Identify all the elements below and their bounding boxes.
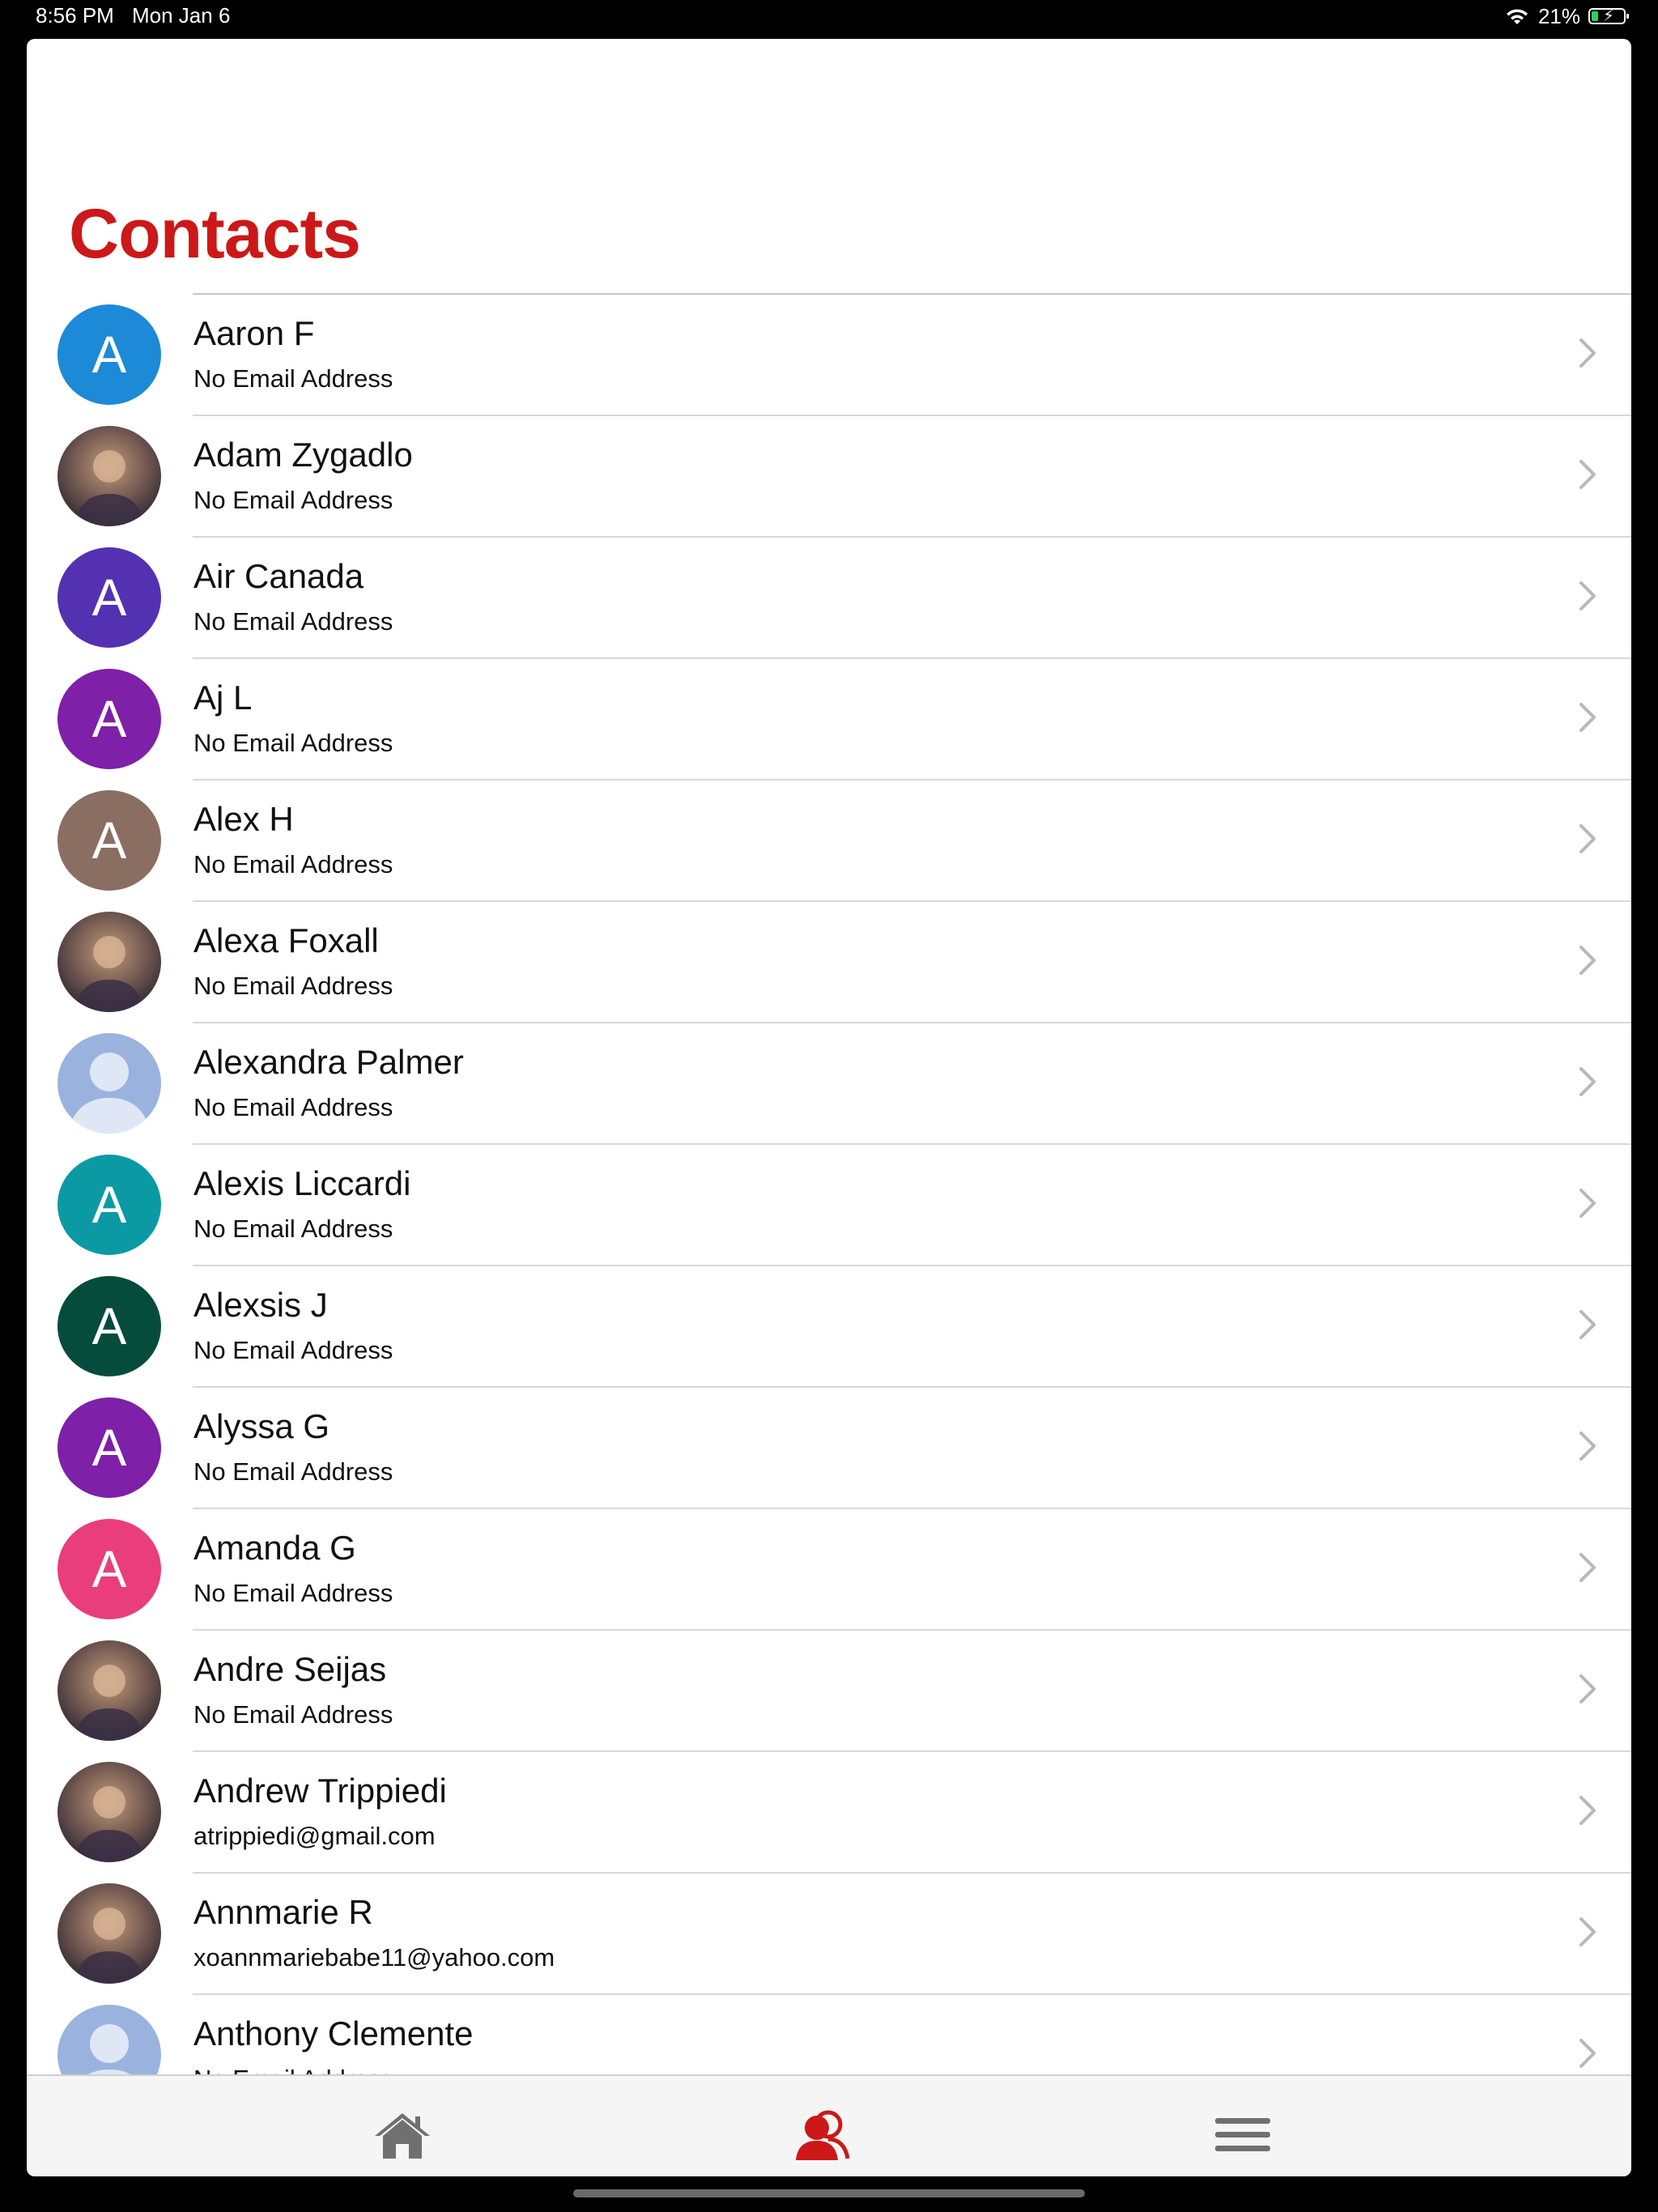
- chevron-right-icon: [1576, 580, 1599, 612]
- contact-email: No Email Address: [193, 364, 393, 393]
- contact-name: Amanda G: [193, 1529, 356, 1567]
- photo-avatar-icon: [57, 1640, 161, 1741]
- avatar-initial: A: [57, 1397, 161, 1498]
- tab-home[interactable]: [372, 2108, 433, 2162]
- status-bar: 8:56 PM Mon Jan 6 21% ⚡: [0, 0, 1658, 36]
- contact-row[interactable]: Annmarie R xoannmariebabe11@yahoo.com: [27, 1874, 1631, 1995]
- contact-row[interactable]: A Alex H No Email Address: [27, 781, 1631, 902]
- contacts-icon: [796, 2110, 850, 2160]
- chevron-right-icon: [1576, 1066, 1599, 1098]
- avatar-initial: A: [57, 669, 161, 769]
- avatar-initial: A: [57, 1276, 161, 1376]
- contacts-screen: Contacts A Aaron F No Email Address Adam Zy…: [27, 39, 1631, 2176]
- avatar-initial: A: [57, 547, 161, 648]
- contact-email: No Email Address: [193, 1336, 393, 1364]
- avatar-initial: A: [57, 1155, 161, 1255]
- battery-icon: ⚡: [1588, 7, 1629, 25]
- chevron-right-icon: [1576, 1187, 1599, 1219]
- contact-name: Annmarie R: [193, 1893, 373, 1931]
- photo-avatar-icon: [57, 1762, 161, 1862]
- contact-name: Air Canada: [193, 557, 364, 595]
- contact-name: Aaron F: [193, 314, 315, 352]
- contact-email: xoannmariebabe11@yahoo.com: [193, 1943, 555, 1972]
- photo-avatar-icon: [57, 912, 161, 1012]
- contact-row[interactable]: Andrew Trippiedi atrippiedi@gmail.com: [27, 1752, 1631, 1874]
- contact-email: No Email Address: [193, 972, 393, 1000]
- contact-name: Aj L: [193, 678, 253, 717]
- contact-name: Alyssa G: [193, 1407, 330, 1445]
- wifi-icon: [1506, 9, 1528, 24]
- avatar-initial: A: [57, 790, 161, 891]
- contact-row[interactable]: A Aj L No Email Address: [27, 659, 1631, 781]
- contact-row[interactable]: Andre Seijas No Email Address: [27, 1631, 1631, 1752]
- contact-email: No Email Address: [193, 850, 393, 878]
- contact-row[interactable]: A Alyssa G No Email Address: [27, 1388, 1631, 1509]
- chevron-right-icon: [1576, 701, 1599, 734]
- chevron-right-icon: [1576, 1308, 1599, 1341]
- home-indicator[interactable]: [573, 2189, 1085, 2197]
- contact-row[interactable]: Adam Zygadlo No Email Address: [27, 416, 1631, 538]
- tab-menu[interactable]: [1212, 2108, 1273, 2162]
- contact-email: No Email Address: [193, 729, 393, 757]
- contact-email: No Email Address: [193, 1093, 393, 1121]
- status-time: 8:56 PM: [36, 3, 114, 28]
- contact-row[interactable]: A Amanda G No Email Address: [27, 1509, 1631, 1631]
- avatar-initial: A: [57, 1519, 161, 1619]
- tab-bar: [27, 2074, 1631, 2176]
- contact-row[interactable]: Alexandra Palmer No Email Address: [27, 1023, 1631, 1145]
- contact-email: No Email Address: [193, 486, 393, 514]
- contact-name: Alexandra Palmer: [193, 1043, 464, 1081]
- contact-email: No Email Address: [193, 1700, 393, 1729]
- contact-list[interactable]: A Aaron F No Email Address Adam Zygadlo No E…: [27, 295, 1631, 2113]
- contact-name: Andrew Trippiedi: [193, 1772, 447, 1810]
- chevron-right-icon: [1576, 337, 1599, 369]
- avatar-initial: A: [57, 304, 161, 405]
- contact-row[interactable]: A Alexis Liccardi No Email Address: [27, 1145, 1631, 1266]
- page-title: Contacts: [69, 195, 361, 273]
- person-silhouette-icon: [57, 1033, 161, 1134]
- contact-email: No Email Address: [193, 607, 393, 636]
- status-right: 21% ⚡: [1504, 3, 1629, 29]
- contact-name: Alexa Foxall: [193, 921, 379, 959]
- tab-contacts[interactable]: [791, 2108, 852, 2162]
- contact-name: Adam Zygadlo: [193, 436, 413, 474]
- battery-percent: 21%: [1537, 3, 1580, 28]
- chevron-right-icon: [1576, 458, 1599, 491]
- home-icon: [375, 2113, 430, 2159]
- contact-email: No Email Address: [193, 1214, 393, 1243]
- photo-avatar-icon: [57, 1883, 161, 1984]
- contact-row[interactable]: A Aaron F No Email Address: [27, 295, 1631, 416]
- photo-avatar-icon: [57, 426, 161, 526]
- chevron-right-icon: [1576, 1551, 1599, 1584]
- status-date: Mon Jan 6: [132, 3, 231, 28]
- chevron-right-icon: [1576, 2037, 1599, 2069]
- contact-email: atrippiedi@gmail.com: [193, 1822, 436, 1850]
- contact-email: No Email Address: [193, 1457, 393, 1486]
- contact-row[interactable]: Alexa Foxall No Email Address: [27, 902, 1631, 1023]
- contact-name: Alexsis J: [193, 1286, 328, 1324]
- contact-name: Anthony Clemente: [193, 2014, 474, 2052]
- chevron-right-icon: [1576, 1673, 1599, 1705]
- chevron-right-icon: [1576, 944, 1599, 976]
- hamburger-menu-icon: [1215, 2118, 1270, 2151]
- contact-row[interactable]: A Alexsis J No Email Address: [27, 1266, 1631, 1388]
- chevron-right-icon: [1576, 1916, 1599, 1948]
- contact-name: Alexis Liccardi: [193, 1164, 411, 1202]
- chevron-right-icon: [1576, 1430, 1599, 1462]
- chevron-right-icon: [1576, 1794, 1599, 1827]
- contact-name: Alex H: [193, 800, 294, 838]
- contact-row[interactable]: A Air Canada No Email Address: [27, 538, 1631, 659]
- chevron-right-icon: [1576, 823, 1599, 855]
- contact-email: No Email Address: [193, 1579, 393, 1607]
- contact-name: Andre Seijas: [193, 1650, 387, 1688]
